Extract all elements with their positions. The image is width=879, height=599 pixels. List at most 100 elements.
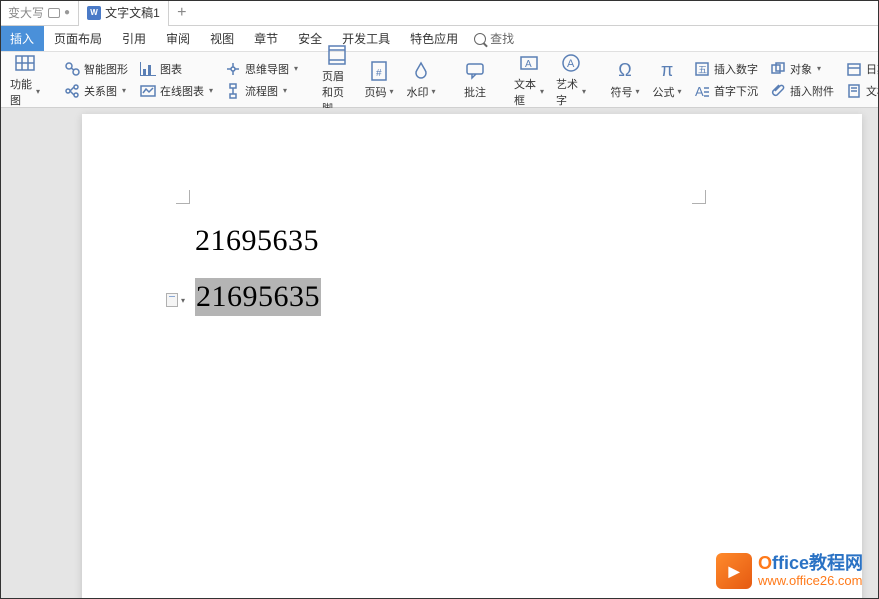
chart-button[interactable]: 图表	[138, 60, 215, 78]
paperclip-icon	[770, 83, 786, 99]
label: 对象	[790, 61, 812, 77]
flowchart-button[interactable]: 流程图 ▾	[223, 82, 300, 100]
docpart-icon	[846, 83, 862, 99]
clipboard-icon	[166, 293, 178, 307]
margin-marker-icon	[176, 190, 190, 204]
relation-icon	[64, 83, 80, 99]
site-watermark: ▶ Office教程网 www.office26.com	[716, 553, 863, 589]
label: 关系图	[84, 83, 117, 99]
chevron-down-icon: ▾	[122, 86, 126, 95]
chevron-down-icon: ▾	[283, 86, 287, 95]
menu-page-layout[interactable]: 页面布局	[44, 26, 112, 51]
chevron-down-icon: ▾	[432, 87, 436, 96]
document-text-selected[interactable]: 21695635	[195, 278, 321, 316]
feature-map-button[interactable]: 功能图▾	[4, 50, 46, 110]
symbol-button[interactable]: Ω 符号▾	[604, 58, 646, 102]
label: 文本框	[514, 76, 537, 108]
margin-marker-icon	[692, 190, 706, 204]
object-button[interactable]: 对象 ▾	[768, 60, 836, 78]
search-area[interactable]: 查找	[474, 30, 514, 47]
label: 图表	[160, 61, 182, 77]
label: 艺术字	[556, 76, 579, 108]
label: 页码	[365, 84, 387, 100]
relation-chart-button[interactable]: 关系图 ▾	[62, 82, 130, 100]
svg-text:五: 五	[698, 65, 707, 75]
document-page[interactable]: 21695635 21695635 ▾	[82, 114, 862, 599]
chevron-down-icon: ▾	[678, 87, 682, 96]
smart-shape-button[interactable]: 智能图形	[62, 60, 130, 78]
bar-chart-icon	[140, 61, 156, 77]
chevron-down-icon: ▾	[817, 64, 821, 73]
menu-special[interactable]: 特色应用	[400, 26, 468, 51]
comment-icon	[464, 60, 486, 82]
document-text-line[interactable]: 21695635	[195, 224, 319, 258]
watermark-button[interactable]: 水印▾	[400, 58, 442, 102]
date-button[interactable]: 日期	[844, 60, 879, 78]
header-footer-icon	[326, 44, 348, 66]
label: 公式	[653, 84, 675, 100]
tab-indicator-icon: ●	[64, 7, 70, 18]
new-tab-button[interactable]: +	[169, 0, 195, 26]
label: 符号	[611, 84, 633, 100]
tab-prev-doc[interactable]: 变大写 ●	[0, 0, 79, 26]
mindmap-icon	[225, 61, 241, 77]
page-number-icon: #	[368, 60, 390, 82]
word-doc-icon: W	[87, 6, 101, 20]
mindmap-button[interactable]: 思维导图 ▾	[223, 60, 300, 78]
menu-view[interactable]: 视图	[200, 26, 244, 51]
chevron-down-icon: ▾	[540, 87, 544, 96]
chevron-down-icon: ▾	[181, 296, 185, 305]
menu-bar: 插入 页面布局 引用 审阅 视图 章节 安全 开发工具 特色应用 查找	[0, 26, 879, 52]
comment-button[interactable]: 批注	[454, 58, 496, 102]
online-chart-button[interactable]: 在线图表 ▾	[138, 82, 215, 100]
formula-button[interactable]: π 公式▾	[646, 58, 688, 102]
label: 插入附件	[790, 83, 834, 99]
insert-number-button[interactable]: 五插入数字	[692, 60, 760, 78]
chevron-down-icon: ▾	[294, 64, 298, 73]
textbox-button[interactable]: A 文本框▾	[508, 50, 550, 110]
omega-icon: Ω	[614, 60, 636, 82]
tab-label: 变大写	[8, 4, 44, 21]
chevron-down-icon: ▾	[209, 86, 213, 95]
menu-review[interactable]: 审阅	[156, 26, 200, 51]
tab-active-doc[interactable]: W 文字文稿1	[79, 0, 169, 26]
label: 日期	[866, 61, 879, 77]
label: 智能图形	[84, 61, 128, 77]
pi-icon: π	[656, 60, 678, 82]
dropcap-button[interactable]: A 首字下沉	[692, 82, 760, 100]
calendar-icon	[846, 61, 862, 77]
watermark-url: www.office26.com	[758, 574, 863, 588]
menu-section[interactable]: 章节	[244, 26, 288, 51]
header-footer-button[interactable]: 页眉和页脚	[316, 42, 358, 118]
watermark-title: Office教程网	[758, 554, 863, 574]
label: 插入数字	[714, 61, 758, 77]
document-tab-bar: 变大写 ● W 文字文稿1 +	[0, 0, 879, 26]
dropcap-icon: A	[694, 83, 710, 99]
attachment-button[interactable]: 插入附件	[768, 82, 836, 100]
wordart-icon: A	[560, 52, 582, 74]
label: 水印	[407, 84, 429, 100]
doc-part-button[interactable]: 文档部件▾	[844, 82, 879, 100]
grid-icon	[14, 52, 36, 74]
page-number-button[interactable]: # 页码▾	[358, 58, 400, 102]
search-icon	[474, 33, 486, 45]
label: 流程图	[245, 83, 278, 99]
svg-text:A: A	[695, 84, 704, 99]
textbox-icon: A	[518, 52, 540, 74]
paste-options-button[interactable]: ▾	[166, 293, 185, 307]
label: 思维导图	[245, 61, 289, 77]
tab-label: 文字文稿1	[105, 4, 160, 21]
chevron-down-icon: ▾	[390, 87, 394, 96]
wordart-button[interactable]: A 艺术字▾	[550, 50, 592, 110]
label: 首字下沉	[714, 83, 758, 99]
number-icon: 五	[694, 61, 710, 77]
flowchart-icon	[225, 83, 241, 99]
object-icon	[770, 61, 786, 77]
svg-text:#: #	[376, 68, 382, 79]
chevron-down-icon: ▾	[582, 87, 586, 96]
label: 在线图表	[160, 83, 204, 99]
ribbon-toolbar: 功能图▾ 智能图形 关系图▾ 图表 在线图表▾ 思维导图▾ 流程图▾ 页眉和页脚…	[0, 52, 879, 108]
menu-references[interactable]: 引用	[112, 26, 156, 51]
menu-insert[interactable]: 插入	[0, 26, 44, 51]
watermark-icon	[410, 60, 432, 82]
